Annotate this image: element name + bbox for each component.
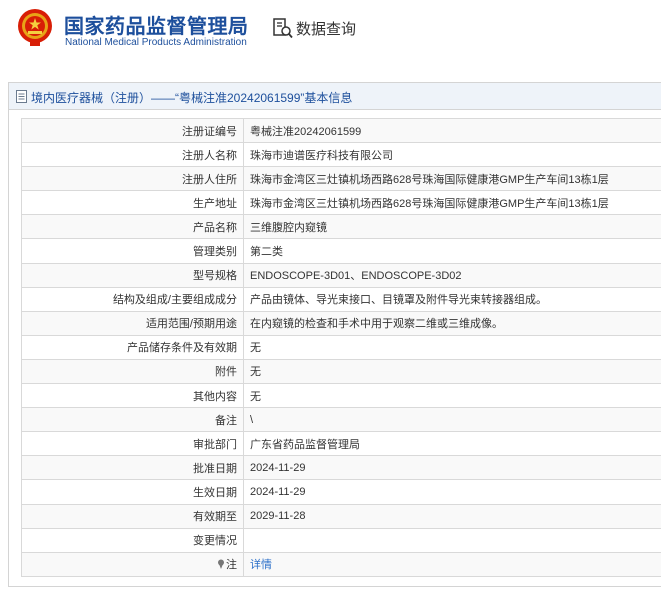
- table-row: 产品名称 三维腹腔内窥镜: [21, 214, 661, 240]
- field-value: 第二类: [243, 238, 661, 264]
- field-value: 珠海市迪谱医疗科技有限公司: [243, 142, 661, 168]
- site-header: 国家药品监督管理局 National Medical Products Admi…: [0, 0, 661, 64]
- field-value: 产品由镜体、导光束接口、目镜罩及附件导光束转接器组成。: [243, 286, 661, 312]
- table-row: 变更情况: [21, 527, 661, 553]
- table-row: 备注 \: [21, 407, 661, 433]
- field-label: 附件: [21, 358, 244, 385]
- field-label: 产品储存条件及有效期: [21, 334, 244, 360]
- field-value: 在内窥镜的检查和手术中用于观察二维或三维成像。: [243, 310, 661, 336]
- field-value: [243, 527, 661, 553]
- detail-panel: 境内医疗器械（注册）——“粤械注准20242061599”基本信息 注册证编号粤…: [8, 82, 661, 587]
- data-query-link[interactable]: 数据查询: [296, 18, 356, 39]
- table-row: 附件无: [21, 358, 661, 385]
- table-row: 管理类别 第二类: [21, 238, 661, 264]
- panel-title: 境内医疗器械（注册）——“粤械注准20242061599”基本信息: [31, 91, 353, 105]
- field-value: 粤械注准20242061599: [243, 117, 661, 144]
- table-row: 生产地址 珠海市金湾区三灶镇机场西路628号珠海国际健康港GMP生产车间13栋1层: [21, 190, 661, 216]
- field-label: 有效期至: [21, 503, 244, 529]
- table-row: 其他内容无: [21, 383, 661, 409]
- field-value: \: [243, 407, 661, 433]
- field-value: 2029-11-28: [243, 503, 661, 529]
- pin-icon: [218, 559, 224, 570]
- field-value: 2024-11-29: [243, 479, 661, 505]
- field-label: 适用范围/预期用途: [21, 310, 244, 336]
- data-query-icon[interactable]: [273, 17, 293, 39]
- field-value: 无: [243, 334, 661, 360]
- field-label: 生产地址: [21, 190, 244, 216]
- field-label: 注册人名称: [21, 142, 244, 168]
- field-label: 注册证编号: [21, 117, 244, 144]
- field-label: 结构及组成/主要组成成分: [21, 286, 244, 312]
- field-label: 型号规格: [21, 262, 244, 288]
- field-label: 批准日期: [21, 455, 244, 481]
- field-label: 审批部门: [21, 431, 244, 457]
- table-row: 注 详情: [21, 551, 661, 577]
- field-label: 备注: [21, 407, 244, 433]
- details-link[interactable]: 详情: [250, 559, 272, 571]
- field-label: 其他内容: [21, 383, 244, 409]
- field-value: 珠海市金湾区三灶镇机场西路628号珠海国际健康港GMP生产车间13栋1层: [243, 166, 661, 192]
- field-label: 注: [226, 559, 237, 572]
- panel-title-bar: 境内医疗器械（注册）——“粤械注准20242061599”基本信息: [9, 83, 661, 110]
- table-row: 型号规格 ENDOSCOPE-3D01、ENDOSCOPE-3D02: [21, 262, 661, 288]
- field-value: 无: [243, 383, 661, 409]
- field-value: 2024-11-29: [243, 455, 661, 481]
- table-row: 注册人名称 珠海市迪谱医疗科技有限公司: [21, 142, 661, 168]
- table-row: 产品储存条件及有效期无: [21, 334, 661, 360]
- field-value: 广东省药品监督管理局: [243, 431, 661, 457]
- table-row: 生效日期 2024-11-29: [21, 479, 661, 505]
- table-row: 注册人住所 珠海市金湾区三灶镇机场西路628号珠海国际健康港GMP生产车间13栋1…: [21, 166, 661, 192]
- table-row: 批准日期 2024-11-29: [21, 455, 661, 481]
- table-row: 适用范围/预期用途 在内窥镜的检查和手术中用于观察二维或三维成像。: [21, 310, 661, 336]
- agency-name-cn: 国家药品监督管理局: [64, 16, 249, 38]
- field-label: 生效日期: [21, 479, 244, 505]
- table-row: 审批部门 广东省药品监督管理局: [21, 431, 661, 457]
- national-emblem-icon: [18, 9, 52, 46]
- field-label: 注册人住所: [21, 166, 244, 192]
- field-value: ENDOSCOPE-3D01、ENDOSCOPE-3D02: [243, 262, 661, 288]
- registration-info-table: 注册证编号 粤械注准20242061599 注册人名称 珠海市迪谱医疗科技有限公司 …: [21, 117, 661, 577]
- field-value: 无: [243, 358, 661, 385]
- field-label: 管理类别: [21, 238, 244, 264]
- field-value: 珠海市金湾区三灶镇机场西路628号珠海国际健康港GMP生产车间13栋1层: [243, 190, 661, 216]
- note-label-cell: 注: [21, 551, 244, 577]
- field-label: 变更情况: [21, 527, 244, 553]
- field-label: 产品名称: [21, 214, 244, 240]
- document-icon: [16, 90, 27, 103]
- field-value: 详情: [243, 551, 661, 577]
- field-value: 三维腹腔内窥镜: [243, 214, 661, 240]
- table-row: 注册证编号 粤械注准20242061599: [21, 117, 661, 144]
- table-row: 有效期至 2029-11-28: [21, 503, 661, 529]
- agency-name-en: National Medical Products Administration: [65, 37, 247, 48]
- table-row: 结构及组成/主要组成成分 产品由镜体、导光束接口、目镜罩及附件导光束转接器组成。: [21, 286, 661, 312]
